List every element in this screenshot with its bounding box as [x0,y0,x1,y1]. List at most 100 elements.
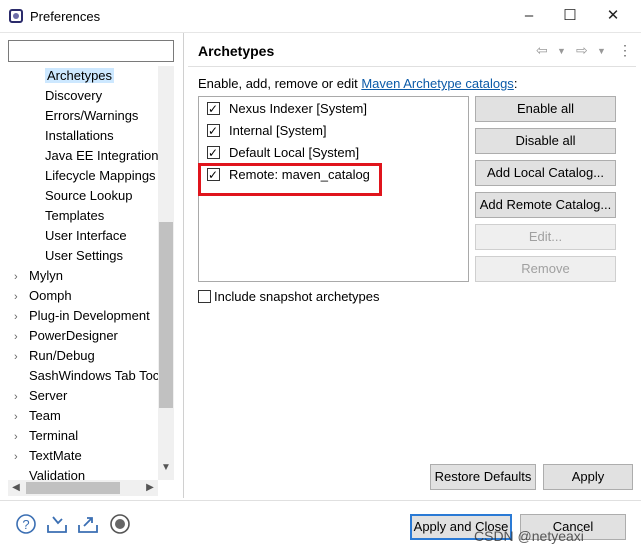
page-description: Enable, add, remove or edit Maven Archet… [198,76,517,91]
tree-item-label: Lifecycle Mappings [45,168,156,183]
chevron-right-icon[interactable]: › [14,427,24,447]
scroll-left-arrow-icon[interactable]: ◀ [8,480,24,496]
back-menu-chevron-icon[interactable]: ▼ [557,46,566,56]
chevron-right-icon[interactable]: › [14,407,24,427]
snapshot-checkbox[interactable] [198,290,211,303]
tree-item[interactable]: Templates [45,206,104,226]
catalog-checkbox[interactable] [207,98,220,120]
enable-all-button[interactable]: Enable all [475,96,616,122]
footer-separator [0,500,641,501]
tree-item[interactable]: Discovery [45,86,102,106]
remove-button[interactable]: Remove [475,256,616,282]
catalog-label: Nexus Indexer [System] [229,101,367,116]
tree-item-label: Errors/Warnings [45,108,139,123]
description-suffix: : [513,76,518,91]
apply-button[interactable]: Apply [543,464,633,490]
tree-item[interactable]: › Team [14,406,61,426]
tree-item-label: Validation [29,468,86,480]
header-separator [188,66,636,67]
tree-item[interactable]: User Interface [45,226,127,246]
page-title: Archetypes [198,43,275,59]
tree-item-label: Mylyn [29,268,63,283]
tree-item-label: Discovery [45,88,103,103]
tree-item-label: Oomph [29,288,72,303]
tree-item-label: User Settings [45,248,124,263]
eclipse-app-icon [9,9,23,23]
forward-arrow-icon[interactable]: ⇨ [576,42,588,59]
record-icon[interactable] [108,513,132,537]
catalog-checkbox[interactable] [207,142,220,164]
tree-item[interactable]: Installations [45,126,114,146]
minimize-button[interactable]: – [519,6,539,26]
tree-item[interactable]: › PowerDesigner [14,326,118,346]
tree-item-label: Installations [45,128,114,143]
tree-horizontal-scroll-thumb[interactable] [26,482,120,494]
view-menu-icon[interactable]: ⋮ [618,42,632,59]
tree-item-label: Java EE Integration [45,148,158,163]
tree-item[interactable]: Java EE Integration [45,146,158,166]
import-icon[interactable] [45,513,69,537]
tree-item-label: Plug-in Development [29,308,150,323]
tree-vertical-scroll-thumb[interactable] [159,222,173,408]
forward-menu-chevron-icon[interactable]: ▼ [597,46,606,56]
tree-item[interactable]: Validation [29,466,85,480]
tree-item[interactable]: User Settings [45,246,123,266]
include-snapshot-option[interactable]: Include snapshot archetypes [198,289,380,304]
add-local-catalog-button[interactable]: Add Local Catalog... [475,160,616,186]
tree-item-label: Terminal [29,428,79,443]
tree-item[interactable]: › Run/Debug [14,346,95,366]
tree-item-label: Team [29,408,61,423]
chevron-right-icon[interactable]: › [14,447,24,467]
window-title: Preferences [30,9,101,24]
tree-item-label: Source Lookup [45,188,133,203]
tree-item-label: User Interface [45,228,127,243]
tree-item[interactable]: Lifecycle Mappings [45,166,156,186]
tree-item[interactable]: SashWindows Tab Toc [29,366,158,386]
chevron-right-icon[interactable]: › [14,287,24,307]
tree-item[interactable]: › Mylyn [14,266,63,286]
preferences-tree[interactable]: Archetypes Discovery Errors/Warnings Instal… [8,66,158,480]
catalog-item[interactable]: Default Local [System] [207,142,359,164]
tree-item-label: Archetypes [45,68,115,83]
annotation-highlight-box [198,163,382,196]
svg-text:?: ? [22,517,29,532]
tree-item[interactable]: › Terminal [14,426,78,446]
edit-button[interactable]: Edit... [475,224,616,250]
catalog-item[interactable]: Internal [System] [207,120,327,142]
tree-item-label: Server [29,388,68,403]
add-remote-catalog-button[interactable]: Add Remote Catalog... [475,192,616,218]
catalog-item[interactable]: Nexus Indexer [System] [207,98,367,120]
watermark-text: CSDN @netyeaxi [474,528,584,544]
scroll-down-arrow-icon[interactable]: ▼ [158,462,174,478]
tree-item[interactable]: Source Lookup [45,186,132,206]
scroll-right-arrow-icon[interactable]: ▶ [142,480,158,496]
tree-item[interactable]: Archetypes [45,66,115,86]
tree-item[interactable]: Errors/Warnings [45,106,138,126]
back-arrow-icon[interactable]: ⇦ [536,42,548,59]
export-icon[interactable] [76,513,100,537]
tree-item-label: TextMate [29,448,82,463]
chevron-right-icon[interactable]: › [14,387,24,407]
tree-item-label: Run/Debug [29,348,95,363]
chevron-right-icon[interactable]: › [14,307,24,327]
disable-all-button[interactable]: Disable all [475,128,616,154]
restore-defaults-button[interactable]: Restore Defaults [430,464,536,490]
chevron-right-icon[interactable]: › [14,267,24,287]
catalog-label: Internal [System] [229,123,327,138]
maximize-button[interactable]: ☐ [560,6,580,26]
tree-item[interactable]: › Oomph [14,286,72,306]
tree-item[interactable]: › Plug-in Development [14,306,150,326]
chevron-right-icon[interactable]: › [14,347,24,367]
filter-input[interactable] [8,40,174,62]
snapshot-label: Include snapshot archetypes [214,289,380,304]
catalogs-link[interactable]: Maven Archetype catalogs [361,76,513,91]
help-icon[interactable]: ? [14,513,38,537]
close-button[interactable]: ✕ [603,6,623,26]
description-text: Enable, add, remove or edit [198,76,362,91]
tree-item[interactable]: › TextMate [14,446,82,466]
tree-item[interactable]: › Server [14,386,67,406]
catalog-checkbox[interactable] [207,120,220,142]
catalog-label: Default Local [System] [229,145,360,160]
panel-divider[interactable] [183,33,184,498]
chevron-right-icon[interactable]: › [14,327,24,347]
